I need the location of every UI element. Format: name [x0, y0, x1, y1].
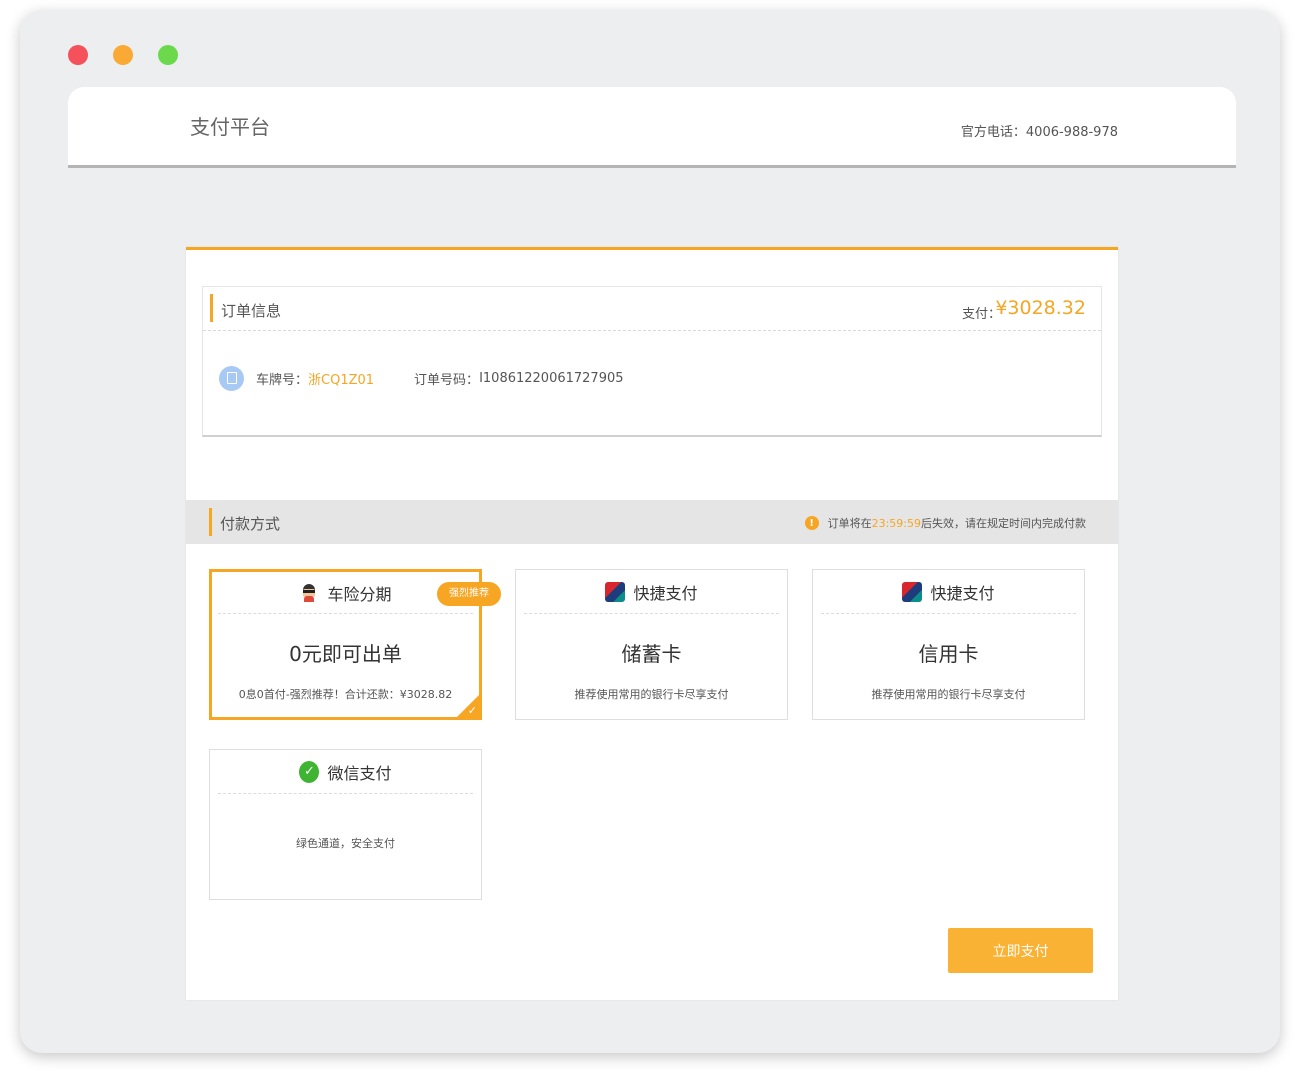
order-info-header: 订单信息 支付： ¥3028.32 [203, 287, 1101, 331]
payment-card-header: 快捷支付 [821, 570, 1076, 614]
payment-card-debit[interactable]: 快捷支付 储蓄卡 推荐使用常用的银行卡尽享支付 [515, 569, 788, 720]
plate-label: 车牌号： [256, 372, 309, 388]
order-number-value: I10861220061727905 [479, 370, 624, 386]
hotline-text: 官方电话：4006-988-978 [960, 125, 1118, 140]
payment-card-title: 车险分期 [327, 584, 392, 604]
order-info-box: 订单信息 支付： ¥3028.32 车牌号： 浙CQ1Z01 订单号码： I10… [202, 286, 1102, 437]
payment-card-description: 0息0首付-强烈推荐！合计还款：¥3028.82 [238, 688, 453, 701]
order-number-label: 订单号码： [414, 372, 480, 388]
warning-countdown: 23:59:59 [871, 516, 921, 530]
payment-card-wechat[interactable]: ✓ 微信支付 绿色通道，安全支付 [209, 749, 482, 900]
document-icon [219, 365, 244, 391]
payment-card-title: 微信支付 [327, 763, 392, 783]
browser-window: 支付平台 官方电话：4006-988-978 订单信息 支付： ¥3028.32… [20, 10, 1280, 1053]
close-window-dot[interactable] [68, 45, 88, 65]
warning-prefix: 订单将在 [827, 517, 872, 530]
payment-card-title: 快捷支付 [633, 583, 698, 603]
warning-suffix: 后失效，请在规定时间内完成付款 [921, 517, 1086, 530]
payment-card-installment[interactable]: 车险分期 强烈推荐 0元即可出单 0息0首付-强烈推荐！合计还款：¥3028.8… [209, 569, 501, 720]
payment-panel: 订单信息 支付： ¥3028.32 车牌号： 浙CQ1Z01 订单号码： I10… [186, 247, 1118, 1000]
check-icon: ✓ [467, 704, 477, 717]
payment-card-description: 绿色通道，安全支付 [296, 837, 395, 850]
order-info-title: 订单信息 [221, 302, 282, 320]
pay-amount-value: ¥3028.32 [995, 297, 1086, 319]
section-accent-bar [209, 508, 212, 536]
unionpay-icon [605, 581, 626, 602]
brand-title: 支付平台 [190, 115, 270, 139]
recommend-badge: 强烈推荐 [437, 582, 501, 606]
payment-card-title: 快捷支付 [930, 583, 995, 603]
warning-icon: ! [804, 516, 819, 530]
order-details: 车牌号： 浙CQ1Z01 订单号码： I10861220061727905 [219, 365, 624, 391]
payment-method-title: 付款方式 [220, 515, 281, 533]
payment-method-header: 付款方式 ! 订单将在 23:59:59 后失效，请在规定时间内完成付款 [186, 500, 1118, 544]
wechat-icon: ✓ [299, 760, 320, 783]
pay-now-button[interactable]: 立即支付 [948, 928, 1093, 973]
payment-card-description: 推荐使用常用的银行卡尽享支付 [871, 688, 1026, 701]
maximize-window-dot[interactable] [158, 45, 178, 65]
payment-card-headline: 0元即可出单 [289, 642, 402, 666]
payment-card-header: 快捷支付 [524, 570, 779, 614]
payment-card-credit[interactable]: 快捷支付 信用卡 推荐使用常用的银行卡尽享支付 [812, 569, 1085, 720]
unionpay-icon [902, 581, 923, 602]
plate-value: 浙CQ1Z01 [308, 372, 375, 388]
section-accent-bar [210, 294, 213, 322]
mascot-icon [299, 583, 319, 603]
payment-card-headline: 信用卡 [918, 642, 979, 666]
payment-card-header: 车险分期 强烈推荐 [218, 572, 501, 614]
payment-card-description: 推荐使用常用的银行卡尽享支付 [574, 688, 729, 701]
payment-card-headline: 储蓄卡 [621, 642, 682, 666]
payment-card-header: ✓ 微信支付 [218, 750, 473, 794]
site-header: 支付平台 官方电话：4006-988-978 [68, 87, 1236, 168]
expiry-warning: ! 订单将在 23:59:59 后失效，请在规定时间内完成付款 [804, 515, 1086, 531]
minimize-window-dot[interactable] [113, 45, 133, 65]
